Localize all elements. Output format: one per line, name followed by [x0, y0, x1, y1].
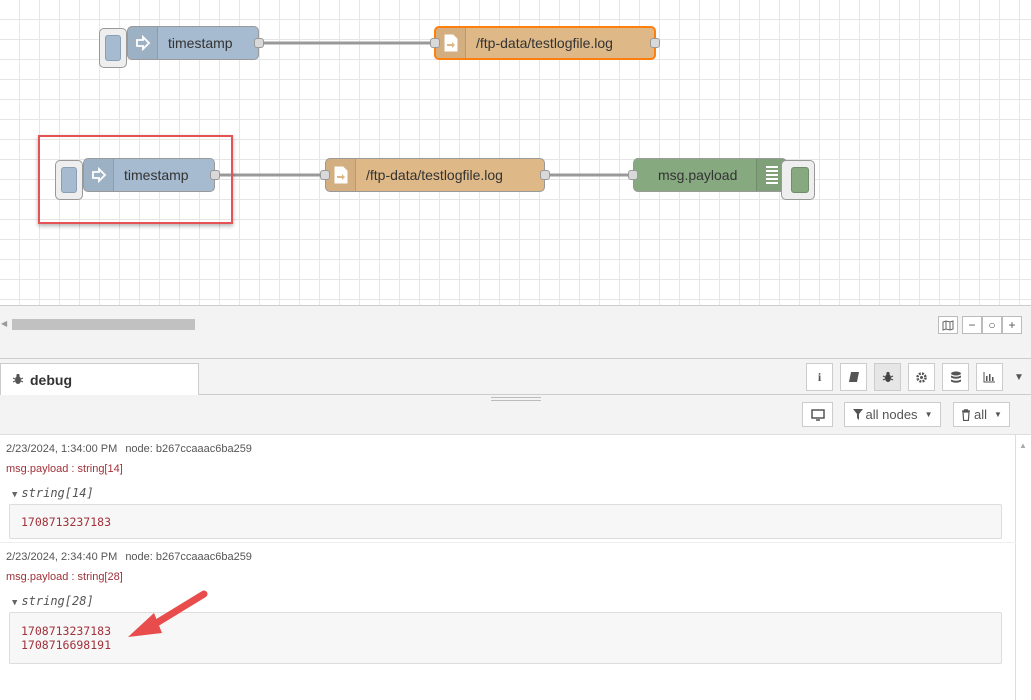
message-type-toggle[interactable]: ▼ string[14] [12, 486, 94, 500]
node-label: timestamp [168, 35, 233, 51]
scrollbar-thumb[interactable] [12, 319, 195, 330]
annotation-highlight-box [38, 135, 233, 224]
chevron-down-icon: ▼ [924, 410, 933, 419]
flow-workspace[interactable]: timestamp /ftp-data/testlogfile.log time… [0, 0, 1031, 305]
book-icon[interactable] [840, 363, 867, 391]
gear-icon[interactable] [908, 363, 935, 391]
node-label: msg.payload [658, 167, 738, 183]
message-meta: 2/23/2024, 1:34:00 PM node: b267ccaaac6ba… [6, 443, 252, 455]
trash-icon [962, 408, 971, 421]
inject-trigger-button[interactable] [99, 28, 127, 68]
zoom-out-icon[interactable]: − [962, 316, 982, 334]
zoom-reset-icon[interactable]: ○ [982, 316, 1002, 334]
caret-down-icon: ▼ [12, 490, 18, 500]
message-topic: msg.payload : string[28] [6, 571, 123, 583]
chevron-down-icon: ▼ [994, 410, 1002, 419]
file-node[interactable]: /ftp-data/testlogfile.log [430, 26, 660, 60]
debug-message-list: 2/23/2024, 1:34:00 PM node: b267ccaaac6ba… [0, 435, 1016, 700]
filter-icon [852, 409, 863, 420]
panel-separator [0, 342, 1031, 358]
message-value-line: 1708713237183 [21, 515, 112, 529]
info-icon[interactable]: i [806, 363, 833, 391]
scroll-up-icon[interactable]: ▲ [1019, 441, 1027, 450]
message-topic: msg.payload : string[14] [6, 463, 123, 475]
zoom-in-icon[interactable]: + [1002, 316, 1022, 334]
debug-node[interactable]: msg.payload [628, 158, 787, 192]
monitor-icon[interactable] [802, 402, 833, 427]
sidebar-tools: i ▼ [799, 363, 1031, 392]
node-label: /ftp-data/testlogfile.log [476, 35, 613, 51]
clear-dropdown[interactable]: all ▼ [953, 402, 1010, 427]
message-type: string[28] [21, 594, 94, 608]
bug-icon [12, 373, 24, 388]
bug-icon[interactable] [874, 363, 901, 391]
resize-grip[interactable] [491, 397, 541, 401]
file-node[interactable]: /ftp-data/testlogfile.log [320, 158, 550, 192]
chevron-down-icon[interactable]: ▼ [1007, 363, 1031, 391]
filter-nodes-dropdown[interactable]: all nodes ▼ [844, 402, 941, 427]
message-value-box[interactable]: 1708713237183 [9, 504, 1002, 539]
file-icon [326, 159, 356, 191]
output-port[interactable] [540, 170, 550, 180]
debug-message[interactable]: 2/23/2024, 1:34:00 PM node: b267ccaaac6ba… [0, 435, 1016, 543]
workspace-scrollbar[interactable]: ◀ − ○ + [0, 305, 1031, 342]
output-port[interactable] [254, 38, 264, 48]
debug-toggle-button[interactable] [781, 160, 815, 200]
output-port[interactable] [650, 38, 660, 48]
input-port[interactable] [320, 170, 330, 180]
input-port[interactable] [628, 170, 638, 180]
node-label: /ftp-data/testlogfile.log [366, 167, 503, 183]
inject-node[interactable]: timestamp [127, 26, 264, 60]
map-icon[interactable] [938, 316, 958, 334]
message-timestamp: 2/23/2024, 2:34:40 PM [6, 551, 118, 563]
arrow-in-icon [128, 27, 158, 59]
filter-nodes-label: all nodes [865, 407, 918, 422]
message-meta: 2/23/2024, 2:34:40 PM node: b267ccaaac6ba… [6, 551, 252, 563]
caret-down-icon: ▼ [12, 598, 18, 608]
message-type: string[14] [21, 486, 94, 500]
tab-debug[interactable]: debug [0, 363, 199, 396]
file-icon [436, 28, 466, 58]
message-node-id[interactable]: node: b267ccaaac6ba259 [125, 551, 252, 563]
message-node-id[interactable]: node: b267ccaaac6ba259 [125, 443, 252, 455]
debug-toolbar: all nodes ▼ all ▼ [0, 395, 1031, 435]
annotation-arrow-icon [128, 590, 208, 637]
chart-icon[interactable] [976, 363, 1003, 391]
message-type-toggle[interactable]: ▼ string[28] [12, 594, 94, 608]
tab-label: debug [30, 372, 72, 388]
debug-scrollbar[interactable]: ▲ [1016, 435, 1031, 700]
database-icon[interactable] [942, 363, 969, 391]
scroll-left-icon[interactable]: ◀ [1, 319, 7, 328]
input-port[interactable] [430, 38, 440, 48]
zoom-controls: − ○ + [938, 316, 1022, 334]
sidebar-tabbar: debug i ▼ [0, 358, 1031, 396]
clear-label: all [974, 407, 988, 422]
message-timestamp: 2/23/2024, 1:34:00 PM [6, 443, 118, 455]
